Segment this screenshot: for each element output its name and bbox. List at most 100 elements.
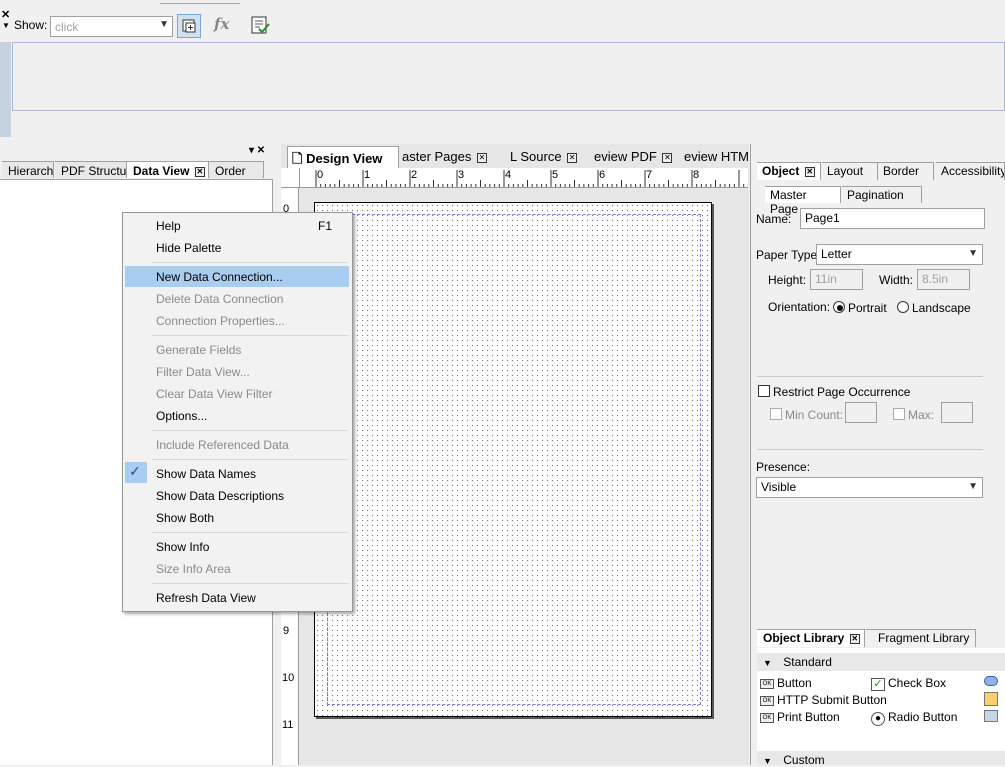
custom-group-header[interactable]: ▼ Custom [757,751,1005,767]
tab-data-view[interactable]: Data View ✕ [127,161,209,178]
show-label: Show: [14,18,48,32]
paper-type-select[interactable]: Letter ▼ [816,244,983,265]
presence-label: Presence: [756,460,811,474]
close-tab-icon[interactable]: ✕ [804,166,815,177]
ruler-label: 5 [552,169,559,181]
tab-xml-source-label: L Source [510,149,562,164]
ruler-label: 11 [282,719,294,731]
checkbox-icon: ✓ [871,678,885,691]
height-input[interactable]: 11in [810,269,863,290]
tab-border[interactable]: Border [878,162,934,180]
close-icon[interactable]: ✕ [1,8,10,21]
tab-fragment-library[interactable]: Fragment Library [866,629,976,647]
name-input[interactable]: Page1 [800,208,985,229]
close-tab-icon[interactable]: ✕ [849,633,860,644]
portrait-label: Portrait [848,301,887,315]
ruler-label: 3 [458,169,465,181]
show-event-value: click [55,20,79,34]
close-tab-icon[interactable]: ✕ [567,152,578,163]
standard-group-header[interactable]: ▼ Standard [757,653,1005,671]
tab-object[interactable]: Object ✕ [757,162,821,180]
max-checkbox[interactable] [893,408,905,420]
tab-layout[interactable]: Layout [822,162,878,180]
tab-design-view-label: Design View [306,151,383,166]
button-icon: OK [760,678,774,689]
tab-design-view[interactable]: 🗋 Design View [287,146,399,168]
tab-hierarchy[interactable]: Hierarch [2,161,54,178]
menu-item-show-both[interactable]: Show Both [156,511,214,525]
library-item-print-button[interactable]: OK Print Button [760,710,840,724]
functions-button[interactable]: fx [212,14,236,38]
image-object-icon[interactable] [984,692,998,706]
menu-item-size-info-area[interactable]: Size Info Area [156,562,231,576]
tab-preview-html[interactable]: eview HTM [680,146,750,168]
horizontal-ruler[interactable]: 0 1 2 3 4 5 6 7 8 [300,168,748,188]
height-label: Height: [768,273,807,287]
button-icon: OK [760,695,774,706]
menu-item-show-info[interactable]: Show Info [156,540,209,554]
collapse-triangle-icon[interactable]: ▼ [2,21,10,30]
orientation-label: Orientation: [768,300,831,314]
insert-script-object-button[interactable] [177,14,201,38]
menu-item-delete-data-connection[interactable]: Delete Data Connection [156,292,283,306]
menu-item-help[interactable]: Help [156,219,181,233]
presence-select[interactable]: Visible ▼ [756,477,983,498]
library-item-http-submit-button[interactable]: OK HTTP Submit Button [760,693,887,707]
menu-item-show-data-descriptions[interactable]: Show Data Descriptions [156,489,284,503]
circle-object-icon[interactable] [984,676,998,686]
check-script-syntax-button[interactable] [249,14,273,38]
top-toolbar: ✕ ▼ Show: click ▼ fx [0,0,1005,42]
min-count-input[interactable] [845,402,877,423]
menu-item-generate-fields[interactable]: Generate Fields [156,343,241,357]
content-area-boundary[interactable] [327,214,701,705]
landscape-radio[interactable] [897,301,909,313]
check-syntax-icon [251,16,270,34]
tab-accessibility[interactable]: Accessibility [936,162,1005,180]
library-item-radio-button[interactable]: ● Radio Button [871,710,957,726]
tab-xml-source[interactable]: L Source ✕ [506,146,596,168]
subtab-pagination[interactable]: Pagination [842,186,922,203]
library-item-button[interactable]: OK Button [760,676,812,690]
menu-item-connection-properties[interactable]: Connection Properties... [156,314,285,328]
min-count-checkbox[interactable] [770,408,782,420]
portrait-radio[interactable] [833,301,845,313]
ruler-corner[interactable] [281,168,300,188]
chevron-down-icon: ▼ [968,248,978,259]
max-input[interactable] [941,402,973,423]
tab-object-library[interactable]: Object Library ✕ [757,629,865,647]
menu-item-show-data-names[interactable]: Show Data Names [156,467,256,481]
menu-item-filter-data-view[interactable]: Filter Data View... [156,365,250,379]
script-editor-area[interactable] [12,42,1005,111]
restrict-page-occurrence-checkbox[interactable] [758,385,770,397]
divider [757,449,983,450]
menu-separator [152,430,348,431]
menu-item-clear-data-view-filter[interactable]: Clear Data View Filter [156,387,272,401]
button-icon: OK [760,712,774,723]
show-event-select[interactable]: click ▼ [50,16,173,37]
tab-preview-pdf[interactable]: eview PDF ✕ [590,146,686,168]
tab-master-pages[interactable]: aster Pages ✕ [398,146,508,168]
rectangle-object-icon[interactable] [984,710,998,722]
fx-icon: fx [214,15,230,33]
divider [757,376,983,377]
menu-item-refresh-data-view[interactable]: Refresh Data View [156,591,256,605]
palette-menu-close-icon[interactable]: ▾ ✕ [249,145,265,156]
width-input[interactable]: 8.5in [917,269,970,290]
tab-preview-html-label: eview HTM [684,149,750,164]
menu-item-shortcut: F1 [318,219,333,233]
library-item-check-box[interactable]: ✓ Check Box [871,676,946,691]
menu-item-new-data-connection[interactable]: New Data Connection... [156,270,283,284]
menu-item-options[interactable]: Options... [156,409,207,423]
ruler-label: 1 [364,169,371,181]
ruler-label: 8 [693,169,700,181]
close-tab-icon[interactable]: ✕ [194,166,205,177]
tab-order[interactable]: Order [209,161,264,178]
menu-item-hide-palette[interactable]: Hide Palette [156,241,221,255]
menu-separator [152,583,348,584]
tab-pdf-structure[interactable]: PDF Structur [55,161,127,178]
subtab-master-page[interactable]: Master Page [765,186,841,216]
close-tab-icon[interactable]: ✕ [477,152,487,163]
menu-separator [152,459,348,460]
close-tab-icon[interactable]: ✕ [662,152,673,163]
menu-item-include-referenced-data[interactable]: Include Referenced Data [156,438,289,452]
